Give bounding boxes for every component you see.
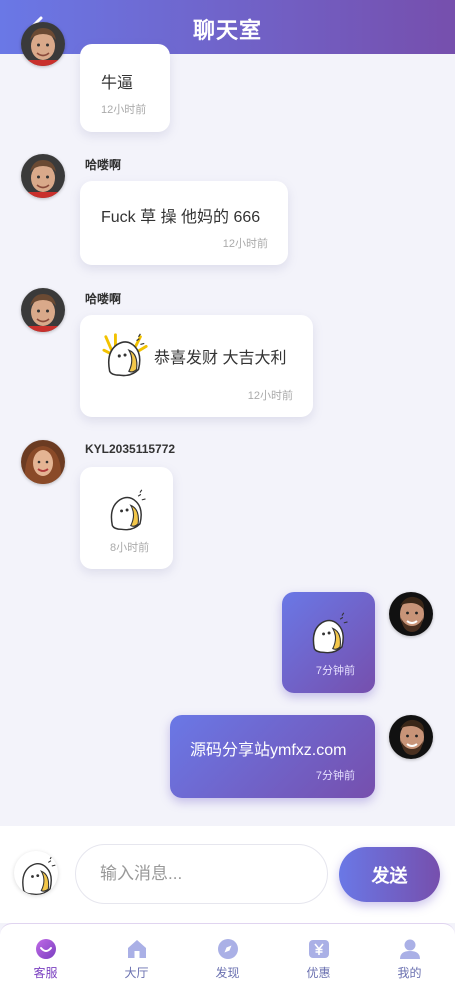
avatar[interactable] (389, 592, 433, 636)
message-text: Fuck 草 操 他妈的 666 (101, 209, 261, 226)
tab-service[interactable]: 客服 (0, 924, 91, 992)
message-input[interactable] (75, 844, 328, 904)
sticker-icon (102, 331, 150, 379)
compass-icon (217, 939, 238, 959)
message-bubble[interactable]: 恭喜发财 大吉大利 12小时前 (80, 315, 313, 417)
sticker-icon (14, 851, 58, 895)
sender-name: 哈喽啊 (85, 292, 122, 306)
sender-name: 哈喽啊 (85, 158, 122, 172)
tab-promo[interactable]: 优惠 (273, 924, 364, 992)
message-bubble[interactable]: 牛逼 12小时前 (80, 44, 170, 132)
sender-name: KYL2035115772 (85, 442, 176, 456)
tab-label: 发现 (215, 966, 240, 980)
message-time: 12小时前 (101, 104, 147, 116)
my-message-bubble[interactable]: 7分钟前 (282, 592, 375, 693)
message-text: 恭喜发财 大吉大利 (154, 350, 287, 367)
tab-discover[interactable]: 发现 (182, 924, 273, 992)
avatar[interactable] (21, 22, 65, 66)
page-title: 聊天室 (192, 18, 262, 43)
sticker-button[interactable] (14, 851, 58, 895)
tab-label: 我的 (397, 966, 422, 980)
message-time: 12小时前 (247, 390, 293, 402)
avatar[interactable] (389, 715, 433, 759)
message-time: 12小时前 (222, 238, 268, 250)
avatar[interactable] (21, 288, 65, 332)
composer: 发送 (0, 826, 455, 923)
tab-hall[interactable]: 大厅 (91, 924, 182, 992)
tab-label: 客服 (33, 966, 58, 980)
user-icon (399, 939, 420, 959)
tab-label: 优惠 (306, 966, 331, 980)
tab-label: 大厅 (124, 966, 149, 980)
header-bar: 聊天室 (0, 0, 455, 54)
message-bubble[interactable]: Fuck 草 操 他妈的 666 12小时前 (80, 181, 288, 265)
tab-bar: 客服 大厅 发现 优惠 我的 (0, 923, 455, 992)
avatar[interactable] (21, 154, 65, 198)
message-bubble[interactable]: 8小时前 (80, 467, 173, 569)
avatar[interactable] (21, 440, 65, 484)
message-text: 源码分享站ymfxz.com (190, 742, 347, 759)
send-button[interactable]: 发送 (339, 847, 440, 902)
yen-icon (308, 940, 329, 958)
sticker-icon (307, 610, 353, 656)
message-text: 牛逼 (101, 75, 134, 92)
service-icon (35, 939, 56, 959)
message-time: 8小时前 (110, 542, 150, 554)
message-time: 7分钟前 (315, 665, 355, 677)
tab-mine[interactable]: 我的 (364, 924, 455, 992)
sticker-icon (105, 487, 151, 533)
message-time: 7分钟前 (315, 770, 355, 782)
my-message-bubble[interactable]: 源码分享站ymfxz.com 7分钟前 (170, 715, 375, 798)
home-icon (127, 940, 146, 958)
